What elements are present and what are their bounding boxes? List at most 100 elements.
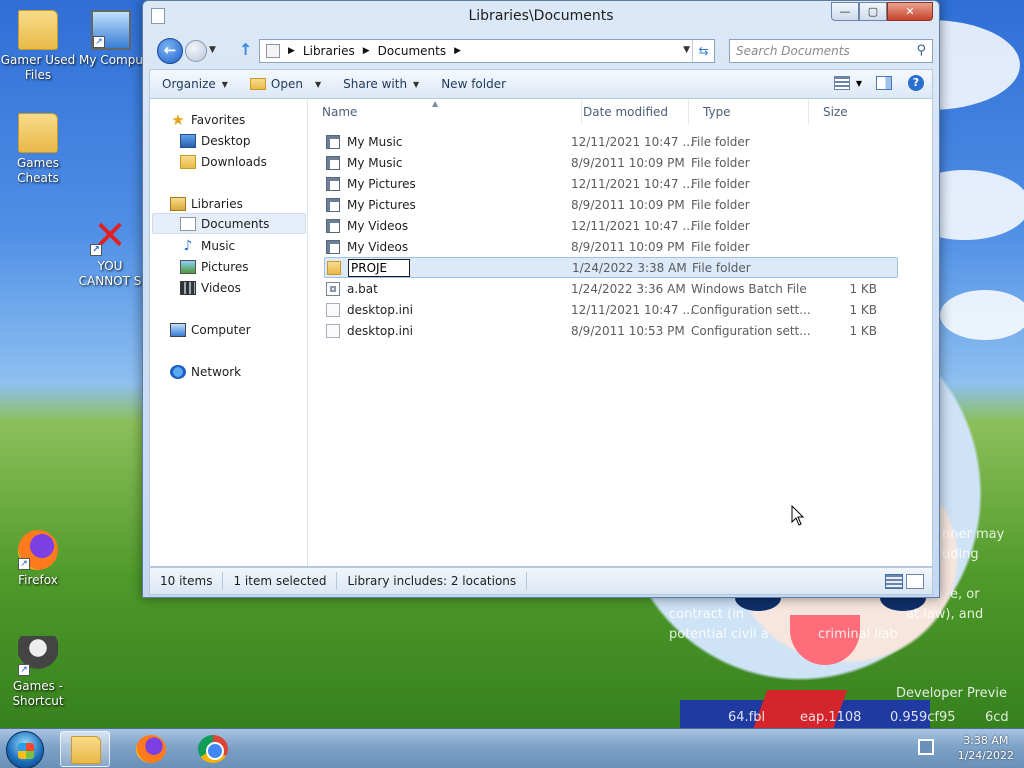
network-tray-icon[interactable]: [918, 739, 934, 755]
title-bar[interactable]: Libraries\Documents — ▢ ✕: [143, 1, 939, 33]
details-view-icon[interactable]: [885, 574, 903, 589]
folder-icon: [327, 260, 341, 275]
column-header-name[interactable]: ▲ Name: [308, 99, 582, 125]
clock[interactable]: 3:38 AM 1/24/2022: [958, 733, 1014, 763]
forward-button[interactable]: [185, 40, 207, 62]
file-name: My Music: [347, 155, 403, 170]
file-date: 1/24/2022 3:38 AM: [572, 260, 687, 275]
library-folder-icon: [326, 155, 340, 170]
file-row[interactable]: My Music 8/9/2011 10:09 PM File folder: [324, 152, 898, 173]
network-icon: [170, 364, 186, 379]
chevron-right-icon[interactable]: ▶: [454, 46, 461, 56]
nav-item-computer[interactable]: Computer: [170, 319, 251, 340]
navigation-pane: ★ Favorites Desktop Downloads Libraries D…: [150, 99, 308, 566]
desktop-icon-my-computer[interactable]: ↗ My Compu: [76, 10, 146, 68]
file-name: desktop.ini: [347, 323, 413, 338]
large-icons-view-icon[interactable]: [906, 574, 924, 589]
address-dropdown-icon[interactable]: ▼: [683, 45, 690, 55]
breadcrumb-documents[interactable]: Documents: [378, 44, 446, 58]
nav-item-downloads[interactable]: Downloads: [180, 151, 267, 172]
file-size: 1 KB: [849, 302, 877, 317]
watermark-text: at law), and: [906, 607, 984, 622]
chevron-down-icon[interactable]: ▼: [856, 79, 862, 88]
file-type: Configuration sett...: [691, 302, 811, 317]
desktop-icon-firefox[interactable]: ↗ Firefox: [0, 530, 76, 588]
search-icon[interactable]: ⚲: [916, 43, 926, 58]
nav-item-documents[interactable]: Documents: [152, 213, 306, 234]
file-name: a.bat: [347, 281, 378, 296]
star-icon: ★: [171, 110, 185, 129]
library-folder-icon: [326, 218, 340, 233]
chevron-right-icon[interactable]: ▶: [363, 46, 370, 56]
preview-pane-icon[interactable]: [876, 76, 892, 90]
file-row[interactable]: desktop.ini 8/9/2011 10:53 PM Configurat…: [324, 320, 898, 341]
column-header-type[interactable]: Type: [689, 99, 809, 125]
nav-label: Documents: [201, 216, 270, 231]
column-header-label: Type: [703, 105, 731, 119]
address-bar[interactable]: ▶ Libraries ▶ Documents ▶ ▼ ⇆: [259, 39, 715, 63]
nav-item-libraries[interactable]: Libraries: [170, 193, 243, 214]
help-icon[interactable]: ?: [908, 75, 924, 91]
rename-input[interactable]: PROJE: [348, 258, 410, 277]
share-with-button[interactable]: Share with ▼: [332, 70, 430, 98]
command-toolbar: Organize ▼ Open ▼ Share with ▼ New folder ▼…: [149, 69, 933, 99]
nav-item-videos[interactable]: Videos: [180, 277, 241, 298]
explorer-window[interactable]: Libraries\Documents — ▢ ✕ ← ▼ ↑ ▶ Librar…: [142, 0, 940, 598]
change-view-icon[interactable]: [833, 76, 850, 90]
file-type: Windows Batch File: [691, 281, 807, 296]
taskbar-firefox[interactable]: [126, 731, 176, 767]
file-row[interactable]: My Videos 8/9/2011 10:09 PM File folder: [324, 236, 898, 257]
window-title: Libraries\Documents: [468, 8, 614, 24]
file-type: File folder: [691, 134, 750, 149]
new-folder-button[interactable]: New folder: [430, 70, 517, 98]
desktop-icon-gamer-used-files[interactable]: Gamer Used Files: [0, 10, 76, 83]
nav-item-favorites[interactable]: ★ Favorites: [170, 109, 245, 130]
nav-item-desktop[interactable]: Desktop: [180, 130, 251, 151]
chevron-right-icon[interactable]: ▶: [288, 46, 295, 56]
taskbar-chrome[interactable]: [188, 731, 238, 767]
organize-button[interactable]: Organize ▼: [150, 70, 239, 98]
nav-item-pictures[interactable]: Pictures: [180, 256, 249, 277]
start-button[interactable]: [6, 731, 44, 768]
close-button[interactable]: ✕: [887, 2, 933, 21]
watermark-text: potential civil a: [669, 627, 769, 642]
file-row[interactable]: My Music 12/11/2021 10:47 ... File folde…: [324, 131, 898, 152]
open-button[interactable]: Open ▼: [239, 70, 332, 98]
watermark-text: eap.1108: [800, 710, 862, 725]
column-header-size[interactable]: Size: [809, 99, 889, 125]
desktop-icon-label: Firefox: [18, 573, 58, 587]
desktop-icon-games-cheats[interactable]: Games Cheats: [0, 113, 76, 186]
windows-logo-icon: [18, 743, 34, 759]
file-date: 12/11/2021 10:47 ...: [571, 302, 694, 317]
taskbar-explorer[interactable]: [60, 731, 110, 767]
file-size: 1 KB: [849, 281, 877, 296]
maximize-button[interactable]: ▢: [859, 2, 887, 21]
minimize-button[interactable]: —: [831, 2, 859, 21]
file-row[interactable]: My Videos 12/11/2021 10:47 ... File fold…: [324, 215, 898, 236]
desktop-icon-you-cannot[interactable]: ✕ ↗ YOU CANNOT S: [78, 216, 142, 289]
shortcut-arrow-icon: ↗: [18, 558, 30, 570]
status-library-locations[interactable]: Library includes: 2 locations: [337, 572, 528, 590]
up-arrow-icon[interactable]: ↑: [239, 40, 252, 59]
file-row[interactable]: My Pictures 12/11/2021 10:47 ... File fo…: [324, 173, 898, 194]
desktop-icon-games-shortcut[interactable]: ↗ Games - Shortcut: [0, 636, 76, 709]
column-header-date-modified[interactable]: Date modified: [569, 99, 689, 125]
search-input[interactable]: Search Documents ⚲: [729, 39, 933, 63]
library-folder-icon: [326, 239, 340, 254]
breadcrumb-libraries[interactable]: Libraries: [303, 44, 355, 58]
nav-item-network[interactable]: Network: [170, 361, 241, 382]
history-dropdown-icon[interactable]: ▼: [209, 45, 216, 55]
nav-item-music[interactable]: ♪ Music: [180, 235, 236, 256]
firefox-icon: ↗: [18, 530, 58, 570]
file-row[interactable]: a.bat 1/24/2022 3:36 AM Windows Batch Fi…: [324, 278, 898, 299]
file-row-selected[interactable]: PROJE 1/24/2022 3:38 AM File folder: [324, 257, 898, 278]
computer-icon: [170, 322, 186, 337]
libraries-icon: [170, 196, 186, 211]
watermark-text: 6cd: [985, 710, 1009, 725]
file-row[interactable]: My Pictures 8/9/2011 10:09 PM File folde…: [324, 194, 898, 215]
file-row[interactable]: desktop.ini 12/11/2021 10:47 ... Configu…: [324, 299, 898, 320]
back-button[interactable]: ←: [157, 38, 183, 64]
refresh-icon[interactable]: ⇆: [692, 40, 714, 62]
nav-label: Videos: [201, 280, 241, 295]
library-folder-icon: [326, 134, 340, 149]
